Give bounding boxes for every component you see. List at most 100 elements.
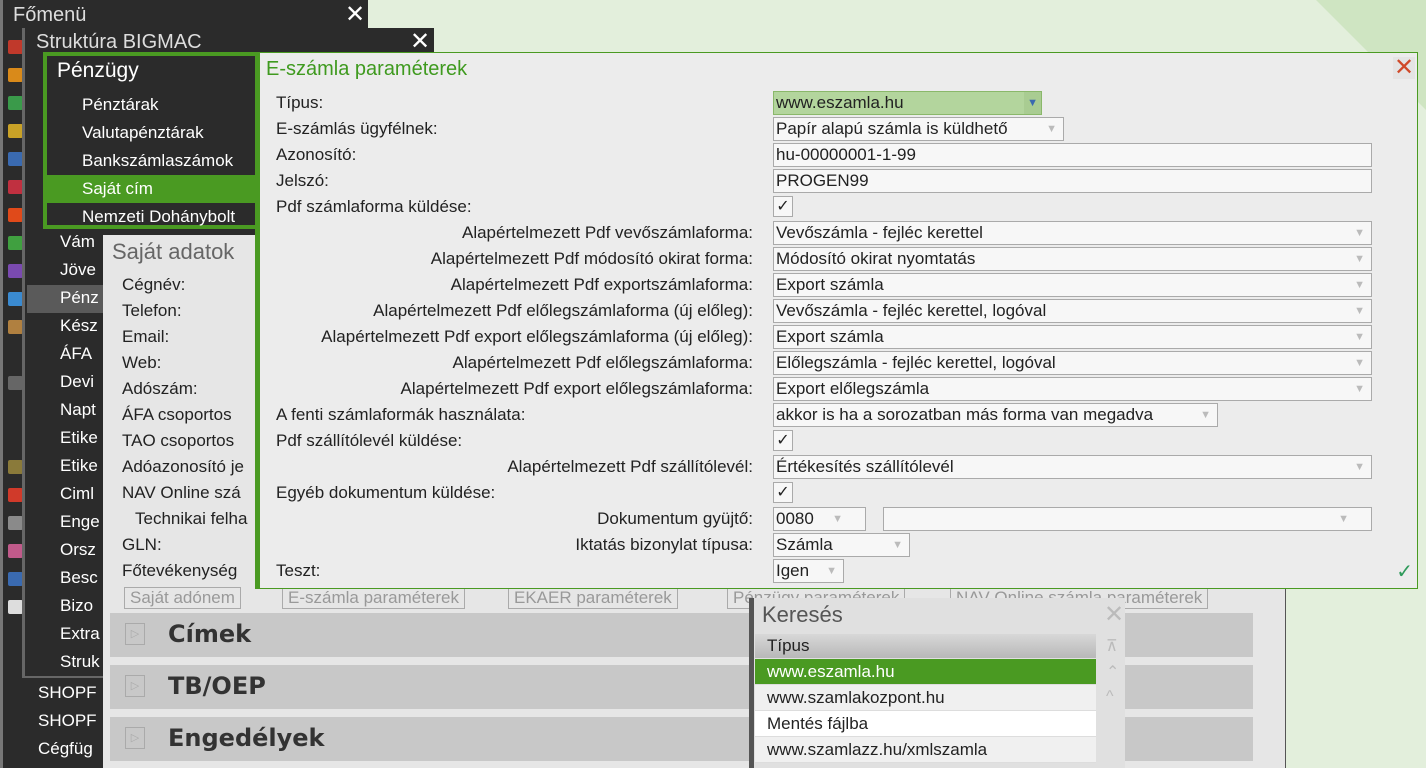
select-dropdown[interactable]: Értékesítés szállítólevél ▼ bbox=[773, 455, 1372, 479]
struktura-close-icon[interactable]: ✕ bbox=[410, 30, 430, 54]
field-label: Email: bbox=[122, 327, 170, 346]
chevron-down-icon[interactable]: ▼ bbox=[1354, 352, 1365, 374]
menu-app-icon[interactable] bbox=[8, 236, 23, 250]
menu-app-icon[interactable] bbox=[8, 208, 23, 222]
chevron-down-icon[interactable]: ▼ bbox=[1354, 456, 1365, 478]
penzugy-item[interactable]: Saját cím bbox=[47, 175, 257, 203]
chevron-down-icon[interactable]: ▼ bbox=[1354, 378, 1365, 400]
select-dropdown[interactable]: Vevőszámla - fejléc kerettel ▼ bbox=[773, 221, 1372, 245]
struktura-item[interactable]: Pénz bbox=[60, 288, 99, 308]
struktura-item[interactable]: Ciml bbox=[60, 484, 94, 504]
struktura-item[interactable]: Devi bbox=[60, 372, 94, 392]
kereses-close-icon[interactable]: ✕ bbox=[1104, 600, 1124, 629]
struktura-item[interactable]: Etike bbox=[60, 428, 98, 448]
fomenu-item[interactable]: Cégfüg bbox=[38, 739, 93, 759]
penzugy-item[interactable]: Nemzeti Dohánybolt bbox=[47, 203, 257, 231]
menu-app-icon[interactable] bbox=[8, 68, 23, 82]
search-result-row[interactable]: www.szamlakozpont.hu bbox=[755, 685, 1096, 711]
dokumentum-gyujto-detail-select[interactable]: ▼ bbox=[883, 507, 1372, 531]
sajat-tab-button[interactable]: EKAER paraméterek bbox=[508, 587, 678, 609]
expand-arrow-icon[interactable]: ▷ bbox=[125, 623, 145, 645]
select-dropdown[interactable]: Számla ▼ bbox=[773, 533, 910, 557]
menu-app-icon[interactable] bbox=[8, 152, 23, 166]
struktura-item[interactable]: Besc bbox=[60, 568, 98, 588]
field-label: Alapértelmezett Pdf módosító okirat form… bbox=[430, 249, 753, 268]
menu-app-icon[interactable] bbox=[8, 292, 23, 306]
confirm-check-icon[interactable]: ✓ bbox=[1396, 559, 1413, 584]
select-dropdown[interactable]: Export előlegszámla ▼ bbox=[773, 377, 1372, 401]
checkbox[interactable]: ✓ bbox=[773, 482, 793, 503]
menu-app-icon[interactable] bbox=[8, 180, 23, 194]
checkbox[interactable]: ✓ bbox=[773, 196, 793, 217]
menu-app-icon[interactable] bbox=[8, 516, 23, 530]
field-label: Főtevékenység bbox=[122, 561, 238, 580]
chevron-down-icon[interactable]: ▼ bbox=[892, 534, 903, 556]
menu-app-icon[interactable] bbox=[8, 600, 23, 614]
chevron-down-icon[interactable]: ▼ bbox=[1200, 404, 1211, 426]
dialog-close-icon[interactable]: ✕ bbox=[1393, 56, 1415, 80]
menu-app-icon[interactable] bbox=[8, 460, 23, 474]
menu-app-icon[interactable] bbox=[8, 40, 23, 54]
chevron-down-icon[interactable]: ▼ bbox=[826, 560, 837, 582]
menu-app-icon[interactable] bbox=[8, 320, 23, 334]
chevron-down-icon[interactable]: ▼ bbox=[1354, 326, 1365, 348]
struktura-item[interactable]: Napt bbox=[60, 400, 96, 420]
text-input[interactable]: PROGEN99 bbox=[773, 169, 1372, 193]
struktura-item[interactable]: Extra bbox=[60, 624, 100, 644]
menu-app-icon[interactable] bbox=[8, 96, 23, 110]
chevron-down-icon[interactable]: ▼ bbox=[832, 508, 843, 530]
expand-arrow-icon[interactable]: ▷ bbox=[125, 727, 145, 749]
struktura-item[interactable]: Kész bbox=[60, 316, 98, 336]
search-result-row[interactable]: www.eszamla.hu bbox=[755, 659, 1096, 685]
select-dropdown[interactable]: Export számla ▼ bbox=[773, 273, 1372, 297]
expand-arrow-icon[interactable]: ▷ bbox=[125, 675, 145, 697]
search-result-row[interactable]: Mentés fájlba bbox=[755, 711, 1096, 737]
menu-app-icon[interactable] bbox=[8, 544, 23, 558]
menu-app-icon[interactable] bbox=[8, 264, 23, 278]
chevron-down-icon[interactable]: ▼ bbox=[1354, 248, 1365, 270]
chevron-down-icon[interactable]: ▼ bbox=[1354, 274, 1365, 296]
chevron-down-icon[interactable]: ▼ bbox=[1046, 118, 1057, 140]
section-title: TB/OEP bbox=[168, 672, 266, 700]
struktura-item[interactable]: Vám bbox=[60, 232, 95, 252]
sajat-tab-button[interactable]: Saját adónem bbox=[124, 587, 241, 609]
penzugy-item[interactable]: Pénztárak bbox=[47, 91, 257, 119]
struktura-item[interactable]: Orsz bbox=[60, 540, 96, 560]
fomenu-item[interactable]: SHOPF bbox=[38, 711, 97, 731]
struktura-item[interactable]: Bizo bbox=[60, 596, 93, 616]
dokumentum-gyujto-select[interactable]: 0080 ▼ bbox=[773, 507, 866, 531]
struktura-item[interactable]: ÁFA bbox=[60, 344, 92, 364]
select-dropdown[interactable]: Vevőszámla - fejléc kerettel, logóval ▼ bbox=[773, 299, 1372, 323]
scroll-top-icon[interactable]: ⊼ bbox=[1106, 636, 1118, 656]
struktura-item[interactable]: Etike bbox=[60, 456, 98, 476]
select-dropdown[interactable]: Export számla ▼ bbox=[773, 325, 1372, 349]
sajat-tab-button[interactable]: E-számla paraméterek bbox=[282, 587, 466, 609]
checkbox[interactable]: ✓ bbox=[773, 430, 793, 451]
struktura-item[interactable]: Jöve bbox=[60, 260, 96, 280]
search-result-row[interactable]: www.szamlazz.hu/xmlszamla bbox=[755, 737, 1096, 763]
text-input[interactable]: hu-00000001-1-99 bbox=[773, 143, 1372, 167]
chevron-down-icon[interactable]: ▼ bbox=[1024, 92, 1041, 114]
struktura-item[interactable]: Struk bbox=[60, 652, 100, 672]
chevron-down-icon[interactable]: ▼ bbox=[1354, 222, 1365, 244]
fomenu-close-icon[interactable]: ✕ bbox=[345, 3, 365, 27]
penzugy-item[interactable]: Valutapénztárak bbox=[47, 119, 257, 147]
chevron-down-icon[interactable]: ▼ bbox=[1338, 508, 1349, 530]
select-dropdown[interactable]: www.eszamla.hu ▼ bbox=[773, 91, 1042, 115]
page-up-icon[interactable]: ⌃ bbox=[1106, 662, 1119, 682]
struktura-item[interactable]: Enge bbox=[60, 512, 100, 532]
menu-app-icon[interactable] bbox=[8, 376, 23, 390]
fomenu-item[interactable]: SHOPF bbox=[38, 683, 97, 703]
select-dropdown[interactable]: Igen ▼ bbox=[773, 559, 844, 583]
select-dropdown[interactable]: akkor is ha a sorozatban más forma van m… bbox=[773, 403, 1218, 427]
select-dropdown[interactable]: Papír alapú számla is küldhető ▼ bbox=[773, 117, 1064, 141]
menu-app-icon[interactable] bbox=[8, 124, 23, 138]
penzugy-item[interactable]: Bankszámlaszámok bbox=[47, 147, 257, 175]
menu-app-icon[interactable] bbox=[8, 488, 23, 502]
chevron-down-icon[interactable]: ▼ bbox=[1354, 300, 1365, 322]
select-dropdown[interactable]: Módosító okirat nyomtatás ▼ bbox=[773, 247, 1372, 271]
select-dropdown[interactable]: Előlegszámla - fejléc kerettel, logóval ▼ bbox=[773, 351, 1372, 375]
menu-app-icon[interactable] bbox=[8, 572, 23, 586]
kereses-column-header[interactable]: Típus bbox=[755, 634, 1096, 658]
scroll-up-icon[interactable]: ^ bbox=[1106, 688, 1114, 706]
